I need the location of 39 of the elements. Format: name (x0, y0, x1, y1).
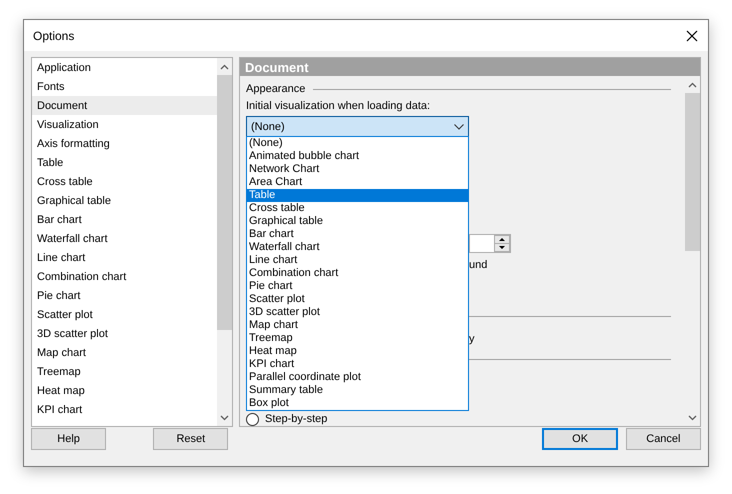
category-item[interactable]: Fonts (32, 77, 217, 96)
category-item[interactable]: Graphical table (32, 191, 217, 210)
category-item[interactable]: 3D scatter plot (32, 324, 217, 343)
category-item[interactable]: Table (32, 153, 217, 172)
category-item[interactable]: Pie chart (32, 286, 217, 305)
category-item[interactable]: KPI chart (32, 400, 217, 419)
step-by-step-radio[interactable]: Step-by-step (246, 412, 671, 426)
chevron-down-icon (454, 124, 464, 130)
category-item[interactable]: Application (32, 58, 217, 77)
field-label: Initial visualization when loading data: (246, 100, 432, 114)
partial-label: y (469, 333, 474, 347)
dialog-button[interactable]: Reset (153, 428, 228, 450)
number-spinner[interactable] (469, 234, 511, 253)
dialog-button[interactable]: Help (31, 428, 106, 450)
scrollbar-thumb[interactable] (217, 75, 232, 330)
category-item[interactable]: Bar chart (32, 210, 217, 229)
category-item[interactable]: Line chart (32, 248, 217, 267)
scrollbar[interactable] (217, 58, 232, 426)
dialog-button[interactable]: Cancel (626, 428, 701, 450)
dropdown-option[interactable]: Table (247, 189, 468, 202)
category-item[interactable]: Axis formatting (32, 134, 217, 153)
group-label: Appearance (246, 83, 306, 95)
category-item[interactable]: Combination chart (32, 267, 217, 286)
dialog-button[interactable]: OK (542, 428, 618, 450)
spin-arrows-icon[interactable] (494, 235, 510, 252)
category-item[interactable]: Visualization (32, 115, 217, 134)
category-item[interactable]: Heat map (32, 381, 217, 400)
category-item[interactable]: Treemap (32, 362, 217, 381)
panel-title: Document (240, 58, 700, 76)
close-icon[interactable] (684, 28, 700, 44)
partial-label: und (469, 259, 488, 273)
category-item[interactable]: Scatter plot (32, 305, 217, 324)
category-item[interactable]: Waterfall chart (32, 229, 217, 248)
scrollbar-thumb[interactable] (685, 93, 700, 251)
category-item[interactable]: Cross table (32, 172, 217, 191)
visualization-dropdown[interactable]: (None) (246, 116, 469, 137)
category-item[interactable]: Document (32, 96, 217, 115)
window-title: Options (33, 28, 74, 42)
category-item[interactable]: Map chart (32, 343, 217, 362)
